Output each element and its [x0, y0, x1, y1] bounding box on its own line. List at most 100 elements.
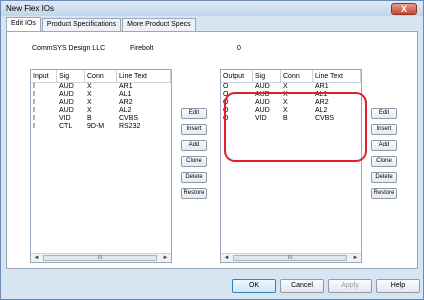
cell-conn: X	[87, 99, 92, 106]
cell-io: O	[223, 91, 229, 98]
cell-line-text: RS232	[119, 123, 141, 130]
window-title: New Flex IOs	[6, 4, 55, 13]
column-header-sig[interactable]: Sig	[57, 70, 85, 83]
cell-line-text: AR2	[315, 99, 329, 106]
cell-conn: X	[283, 83, 288, 90]
edit-button[interactable]: Edit	[181, 108, 207, 119]
tab-product-specifications[interactable]: Product Specifications	[41, 18, 122, 31]
io-count: 0	[237, 45, 241, 52]
cell-conn: X	[283, 91, 288, 98]
list-item[interactable]: I CTL 9D-M RS232	[31, 123, 171, 131]
cell-conn: B	[283, 115, 288, 122]
insert-button[interactable]: Insert	[181, 124, 207, 135]
outputs-button-group: Edit Insert Add Clone Delete Restore	[371, 108, 397, 204]
apply-button[interactable]: Apply	[328, 279, 372, 293]
cell-conn: X	[283, 99, 288, 106]
cell-sig: AUD	[59, 83, 74, 90]
restore-button[interactable]: Restore	[181, 188, 207, 199]
add-button[interactable]: Add	[181, 140, 207, 151]
cell-conn: X	[283, 107, 288, 114]
cell-conn: X	[87, 91, 92, 98]
inputs-list[interactable]: Input Sig Conn Line Text I AUD X AR1 I A…	[30, 69, 172, 263]
cell-sig: AUD	[255, 99, 270, 106]
column-header-conn[interactable]: Conn	[281, 70, 313, 83]
title-bar: New Flex IOs X	[1, 1, 423, 16]
cell-io: O	[223, 83, 229, 90]
scroll-right-icon[interactable]: ►	[351, 254, 360, 262]
cell-io: O	[223, 115, 229, 122]
cell-conn: X	[87, 107, 92, 114]
edit-ios-panel: CommSYS Design LLC Firebolt 0 Input Sig …	[6, 31, 418, 269]
ok-button[interactable]: OK	[232, 279, 276, 293]
outputs-horizontal-scrollbar[interactable]: ◄ III ►	[221, 253, 361, 262]
list-item[interactable]: I AUD X AL1	[31, 91, 171, 99]
column-header-input[interactable]: Input	[31, 70, 57, 83]
tab-strip: Edit IOs Product Specifications More Pro…	[6, 17, 197, 31]
insert-button[interactable]: Insert	[371, 124, 397, 135]
clone-button[interactable]: Clone	[371, 156, 397, 167]
cell-line-text: CVBS	[119, 115, 139, 122]
cell-io: O	[223, 107, 229, 114]
list-item[interactable]: O AUD X AL1	[221, 91, 361, 99]
list-item[interactable]: I VID B CVBS	[31, 115, 171, 123]
list-item[interactable]: O AUD X AL2	[221, 107, 361, 115]
column-header-sig[interactable]: Sig	[253, 70, 281, 83]
delete-button[interactable]: Delete	[371, 172, 397, 183]
cell-sig: VID	[59, 115, 71, 122]
list-item[interactable]: I AUD X AR2	[31, 99, 171, 107]
cell-io: I	[33, 115, 35, 122]
close-button[interactable]: X	[391, 3, 417, 15]
cell-sig: VID	[255, 115, 267, 122]
list-item[interactable]: O VID B CVBS	[221, 115, 361, 123]
cell-line-text: AR1	[119, 83, 133, 90]
tab-edit-ios[interactable]: Edit IOs	[6, 17, 41, 31]
list-item[interactable]: O AUD X AR2	[221, 99, 361, 107]
tab-more-product-specs[interactable]: More Product Specs	[122, 18, 196, 31]
cell-conn: 9D-M	[87, 123, 105, 130]
cell-sig: AUD	[59, 107, 74, 114]
cell-line-text: AR2	[119, 99, 133, 106]
cell-sig: AUD	[255, 91, 270, 98]
scroll-left-icon[interactable]: ◄	[222, 254, 231, 262]
inputs-button-group: Edit Insert Add Clone Delete Restore	[181, 108, 207, 204]
cell-line-text: AL1	[119, 91, 132, 98]
cell-sig: AUD	[59, 91, 74, 98]
help-button[interactable]: Help	[376, 279, 420, 293]
column-header-conn[interactable]: Conn	[85, 70, 117, 83]
cell-conn: B	[87, 115, 92, 122]
scroll-left-icon[interactable]: ◄	[32, 254, 41, 262]
column-header-output[interactable]: Output	[221, 70, 253, 83]
clone-button[interactable]: Clone	[181, 156, 207, 167]
scroll-right-icon[interactable]: ►	[161, 254, 170, 262]
outputs-rows: O AUD X AR1 O AUD X AL1 O AUD X AR2 O AU…	[221, 83, 361, 123]
cell-io: I	[33, 83, 35, 90]
product-name: Firebolt	[130, 45, 154, 52]
add-button[interactable]: Add	[371, 140, 397, 151]
scroll-thumb[interactable]: III	[233, 255, 347, 261]
list-item[interactable]: I AUD X AL2	[31, 107, 171, 115]
column-header-line-text[interactable]: Line Text	[313, 70, 361, 83]
cell-io: I	[33, 99, 35, 106]
cell-conn: X	[87, 83, 92, 90]
list-item[interactable]: O AUD X AR1	[221, 83, 361, 91]
restore-button[interactable]: Restore	[371, 188, 397, 199]
cancel-button[interactable]: Cancel	[280, 279, 324, 293]
cell-io: O	[223, 99, 229, 106]
inputs-horizontal-scrollbar[interactable]: ◄ III ►	[31, 253, 171, 262]
list-item[interactable]: I AUD X AR1	[31, 83, 171, 91]
dialog-window: New Flex IOs X Edit IOs Product Specific…	[0, 0, 424, 300]
cell-line-text: AL2	[119, 107, 132, 114]
company-name: CommSYS Design LLC	[32, 45, 106, 52]
cell-io: I	[33, 123, 35, 130]
cell-sig: CTL	[59, 123, 73, 130]
edit-button[interactable]: Edit	[371, 108, 397, 119]
column-header-line-text[interactable]: Line Text	[117, 70, 171, 83]
inputs-rows: I AUD X AR1 I AUD X AL1 I AUD X AR2 I AU…	[31, 83, 171, 131]
cell-line-text: AL1	[315, 91, 328, 98]
delete-button[interactable]: Delete	[181, 172, 207, 183]
outputs-list[interactable]: Output Sig Conn Line Text O AUD X AR1 O …	[220, 69, 362, 263]
cell-sig: AUD	[255, 107, 270, 114]
scroll-thumb[interactable]: III	[43, 255, 157, 261]
cell-line-text: AL2	[315, 107, 328, 114]
cell-io: I	[33, 107, 35, 114]
